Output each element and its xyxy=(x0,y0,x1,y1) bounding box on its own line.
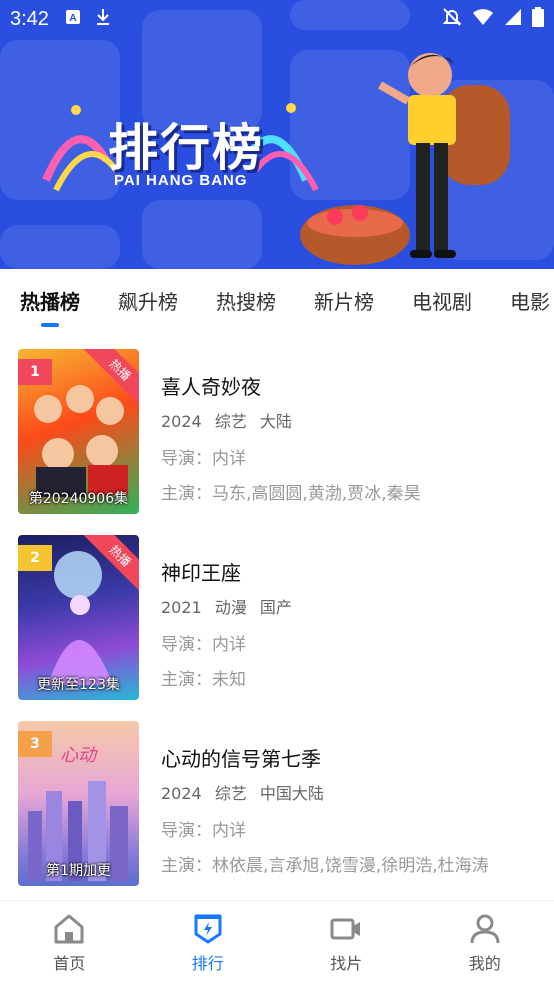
svg-text:A: A xyxy=(69,13,76,24)
rank-badge: 3 xyxy=(18,731,52,757)
list-item[interactable]: 心动 3 第1期加更 心动的信号第七季 2024 综艺 中国大陆 导演：内详 主… xyxy=(0,717,554,903)
item-info: 神印王座 2021 动漫 国产 导演：内详 主演：未知 xyxy=(161,557,300,700)
item-genre: 综艺 xyxy=(214,412,247,431)
item-year: 2024 xyxy=(161,412,202,431)
item-info: 心动的信号第七季 2024 综艺 中国大陆 导演：内详 主演：林依晨,言承旭,饶… xyxy=(161,743,489,886)
item-director: 导演：内详 xyxy=(161,449,246,469)
item-title[interactable]: 喜人奇妙夜 xyxy=(161,371,421,400)
poster-image[interactable]: 心动 3 第1期加更 xyxy=(18,721,139,886)
poster-image[interactable]: 2 热播 更新至123集 xyxy=(18,535,139,700)
episode-caption: 第20240906集 xyxy=(28,491,129,507)
nav-home[interactable]: 首页 xyxy=(0,901,139,984)
item-meta: 2021 动漫 国产 xyxy=(161,594,300,618)
nav-find-movies[interactable]: 找片 xyxy=(277,901,416,984)
banner-subtitle: PAI HANG BANG xyxy=(114,172,248,189)
tab-movies[interactable]: 电影 xyxy=(510,286,550,315)
item-region: 大陆 xyxy=(259,412,292,431)
status-time: 3:42 xyxy=(10,7,49,30)
nav-home-label: 首页 xyxy=(53,953,86,973)
download-icon xyxy=(95,8,111,30)
home-icon xyxy=(54,914,84,943)
rank-badge: 1 xyxy=(18,359,52,385)
status-bar: 3:42 A xyxy=(0,0,554,38)
bell-off-icon xyxy=(442,7,462,31)
user-icon xyxy=(470,914,500,943)
character-illustration xyxy=(300,53,510,265)
list-item[interactable]: 1 热播 第20240906集 喜人奇妙夜 2024 综艺 大陆 导演：内详 主… xyxy=(0,345,554,531)
list-item[interactable]: 2 热播 更新至123集 神印王座 2021 动漫 国产 导演：内详 主演：未知 xyxy=(0,531,554,717)
battery-icon xyxy=(532,7,544,31)
item-director: 导演：内详 xyxy=(161,821,246,841)
a-box-icon: A xyxy=(65,9,81,29)
episode-caption: 第1期加更 xyxy=(46,863,111,879)
item-title[interactable]: 神印王座 xyxy=(161,557,300,586)
nav-ranking-label: 排行 xyxy=(191,953,224,973)
item-meta: 2024 综艺 大陆 xyxy=(161,408,421,432)
tab-hot-search[interactable]: 热搜榜 xyxy=(216,286,276,315)
item-cast: 主演：林依晨,言承旭,饶雪漫,徐明浩,杜海涛 xyxy=(161,856,489,876)
tab-hot-play[interactable]: 热播榜 xyxy=(20,286,80,315)
item-genre: 动漫 xyxy=(214,598,247,617)
item-region: 中国大陆 xyxy=(259,784,324,803)
item-meta: 2024 综艺 中国大陆 xyxy=(161,780,489,804)
svg-text:心动: 心动 xyxy=(60,745,98,766)
item-title[interactable]: 心动的信号第七季 xyxy=(161,743,489,772)
signal-icon xyxy=(504,8,522,30)
nav-ranking[interactable]: 排行 xyxy=(139,901,278,984)
rank-badge: 2 xyxy=(18,545,52,571)
tab-tv-series[interactable]: 电视剧 xyxy=(412,286,472,315)
nav-profile[interactable]: 我的 xyxy=(416,901,554,984)
item-region: 国产 xyxy=(259,598,292,617)
item-genre: 综艺 xyxy=(214,784,247,803)
ranking-list: 1 热播 第20240906集 喜人奇妙夜 2024 综艺 大陆 导演：内详 主… xyxy=(0,345,554,903)
ranking-banner: 3:42 A 排行榜 PAI HANG BANG xyxy=(0,0,554,269)
video-camera-icon xyxy=(330,918,361,939)
wifi-icon xyxy=(472,8,494,30)
item-info: 喜人奇妙夜 2024 综艺 大陆 导演：内详 主演：马东,高圆圆,黄渤,贾冰,秦… xyxy=(161,371,421,514)
episode-caption: 更新至123集 xyxy=(37,677,120,693)
ranking-shield-icon xyxy=(194,914,222,943)
category-tabs: 热播榜 飙升榜 热搜榜 新片榜 电视剧 电影 xyxy=(0,269,554,331)
item-director: 导演：内详 xyxy=(161,635,246,655)
bottom-navigation: 首页 排行 找片 我的 xyxy=(0,900,554,984)
item-year: 2021 xyxy=(161,598,202,617)
tab-rising[interactable]: 飙升榜 xyxy=(118,286,178,315)
nav-profile-label: 我的 xyxy=(468,953,501,973)
item-cast: 主演：马东,高圆圆,黄渤,贾冰,秦昊 xyxy=(161,484,421,504)
item-year: 2024 xyxy=(161,784,202,803)
poster-image[interactable]: 1 热播 第20240906集 xyxy=(18,349,139,514)
nav-find-movies-label: 找片 xyxy=(330,953,363,973)
banner-title: 排行榜 xyxy=(108,119,264,177)
item-cast: 主演：未知 xyxy=(161,670,246,690)
tab-new-release[interactable]: 新片榜 xyxy=(314,286,374,315)
